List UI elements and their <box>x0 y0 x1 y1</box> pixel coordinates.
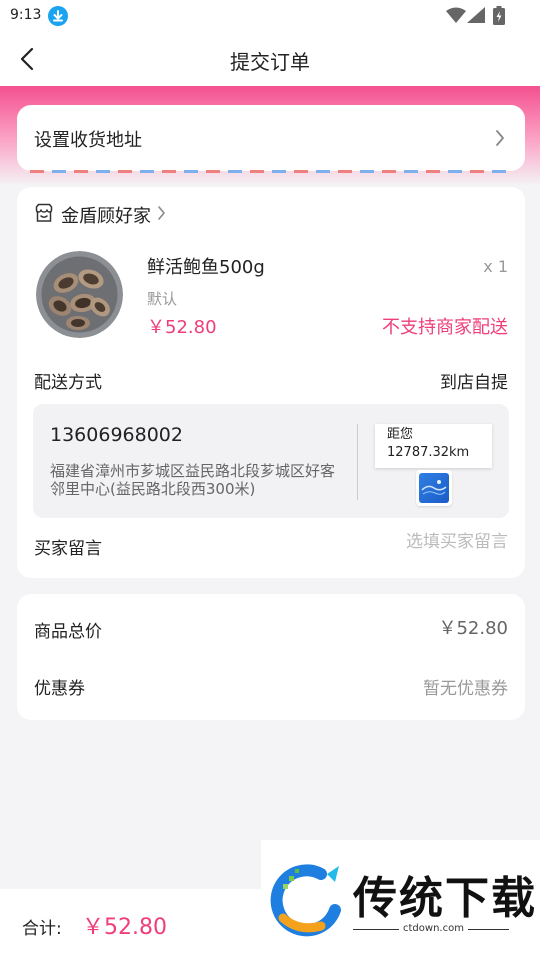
status-bar: 9:13 <box>0 0 540 32</box>
delivery-method-label: 配送方式 <box>34 373 102 393</box>
product-image[interactable] <box>36 251 123 338</box>
buyer-message-input[interactable] <box>288 532 508 552</box>
pickup-divider <box>357 424 358 500</box>
watermark-site: ctdown.com <box>399 923 468 934</box>
goods-total-label: 商品总价 <box>34 622 102 642</box>
delivery-unsupported-notice: 不支持商家配送 <box>382 317 508 338</box>
pickup-phone: 13606968002 <box>50 424 183 446</box>
grand-total-label: 合计: <box>22 919 62 939</box>
store-thumbnail[interactable] <box>416 470 452 506</box>
pickup-address: 福建省漳州市芗城区益民路北段芗城区好客邻里中心(益民路北段西300米) <box>50 462 336 498</box>
order-card: 金盾顾好家 鲜活鲍鱼500g x 1 默认 ￥52.80 不支持商家配送 配送方… <box>17 187 525 578</box>
chevron-right-icon <box>157 205 166 225</box>
product-price: ￥52.80 <box>147 317 217 338</box>
store-link[interactable]: 金盾顾好家 <box>34 202 166 228</box>
page-title: 提交订单 <box>230 50 310 74</box>
grand-total-price: ￥52.80 <box>82 915 167 940</box>
set-address-label: 设置收货地址 <box>34 130 142 151</box>
store-thumbnail-image <box>419 473 449 503</box>
distance-value: 12787.32km <box>387 445 470 460</box>
watermark-brand: 传统下载 <box>353 873 537 924</box>
delivery-method-value[interactable]: 到店自提 <box>440 368 508 393</box>
store-icon <box>34 203 54 227</box>
product-name[interactable]: 鲜活鲍鱼500g <box>147 253 265 279</box>
coupon-label: 优惠券 <box>34 679 85 699</box>
store-name: 金盾顾好家 <box>61 206 151 227</box>
watermark-logo-icon <box>269 860 349 940</box>
buyer-message-label: 买家留言 <box>34 539 102 559</box>
product-quantity: x 1 <box>483 257 508 276</box>
product-spec: 默认 <box>147 290 178 308</box>
download-notification-icon <box>48 6 68 26</box>
battery-icon <box>493 6 505 29</box>
distance-label: 距您 <box>387 427 414 442</box>
wifi-icon <box>446 7 466 27</box>
coupon-value[interactable]: 暂无优惠券 <box>423 674 508 699</box>
goods-total-value: ￥52.80 <box>438 618 508 639</box>
chevron-right-icon <box>495 129 505 151</box>
price-summary-card: 商品总价 ￥52.80 优惠券 暂无优惠券 <box>17 594 525 720</box>
distance-tooltip: 距您 12787.32km <box>375 424 492 468</box>
watermark-overlay: 传统下载 ctdown.com <box>261 840 540 960</box>
pickup-store-info[interactable]: 13606968002 福建省漳州市芗城区益民路北段芗城区好客邻里中心(益民路北… <box>33 404 509 518</box>
set-address-card[interactable]: 设置收货地址 <box>17 105 525 171</box>
nav-bar: 提交订单 <box>0 32 540 86</box>
signal-icon <box>467 7 485 27</box>
envelope-stripe-divider <box>30 170 512 173</box>
status-time: 9:13 <box>10 7 42 23</box>
